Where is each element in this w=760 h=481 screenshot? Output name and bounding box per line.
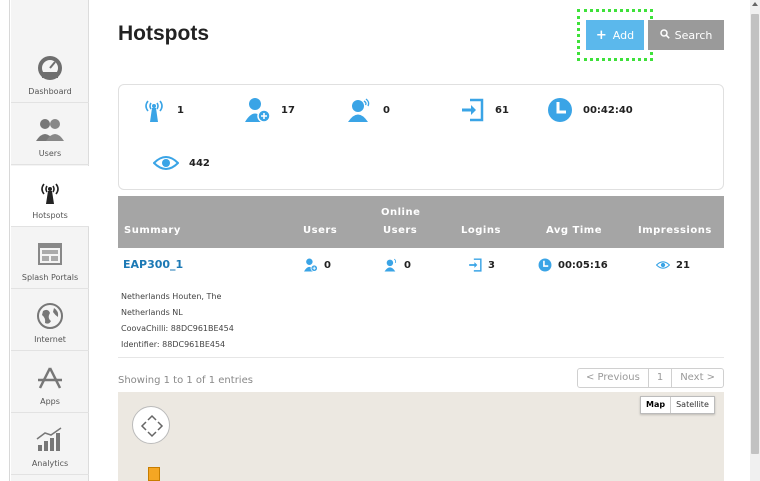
- add-user-icon: [304, 258, 318, 272]
- hotspot-identifier: Identifier: 88DC961BE454: [121, 340, 226, 349]
- column-header-online-line1[interactable]: Online: [381, 207, 420, 218]
- cell-users: 0: [304, 258, 331, 272]
- sidebar: Dashboard Users Hotspots Splash Portals …: [11, 0, 89, 481]
- pagination: < Previous 1 Next >: [577, 368, 725, 388]
- stat-value: 61: [495, 104, 509, 116]
- stat-hotspots: 1: [141, 97, 184, 123]
- wifi-tower-icon: [141, 97, 167, 123]
- clock-icon: [547, 97, 573, 123]
- eye-icon: [153, 150, 179, 176]
- stat-value: 00:42:40: [583, 104, 633, 116]
- stat-logins: 61: [459, 97, 509, 123]
- cell-value: 00:05:16: [558, 259, 608, 271]
- stats-panel: 1 17 0 61 00:42:40 442: [118, 84, 724, 190]
- sidebar-item-label: Analytics: [31, 459, 69, 468]
- apps-icon: [35, 363, 65, 393]
- stat-avg-time: 00:42:40: [547, 97, 633, 123]
- map-type-control: Map Satellite: [640, 396, 715, 414]
- page-number-button[interactable]: 1: [649, 369, 673, 387]
- globe-icon: [35, 301, 65, 331]
- login-icon: [459, 97, 485, 123]
- sidebar-item-internet[interactable]: Internet: [11, 290, 89, 351]
- map-view[interactable]: Map Satellite: [118, 392, 724, 481]
- column-header-logins[interactable]: Logins: [461, 225, 501, 236]
- stat-value: 1: [177, 104, 184, 116]
- column-header-online-line2[interactable]: Users: [383, 225, 417, 236]
- hotspot-name-link[interactable]: EAP300_1: [123, 258, 183, 271]
- hotspot-location: Netherlands Houten, The: [121, 292, 222, 301]
- stat-value: 442: [189, 157, 210, 169]
- stat-online-users: 0: [347, 97, 390, 123]
- pegman-icon[interactable]: [148, 467, 160, 481]
- sidebar-item-analytics[interactable]: Analytics: [11, 414, 89, 475]
- app-root: Dashboard Users Hotspots Splash Portals …: [0, 0, 760, 481]
- wifi-tower-icon: [35, 177, 65, 207]
- previous-page-button[interactable]: < Previous: [578, 369, 649, 387]
- sidebar-item-label: Apps: [40, 397, 60, 406]
- left-edge: [0, 0, 10, 481]
- cell-value: 3: [488, 259, 495, 271]
- stat-value: 17: [281, 104, 295, 116]
- stat-impressions: 442: [153, 150, 210, 176]
- column-header-impressions[interactable]: Impressions: [638, 225, 712, 236]
- map-type-satellite-button[interactable]: Satellite: [671, 397, 714, 413]
- scroll-up-icon[interactable]: [752, 2, 758, 6]
- search-icon: [659, 28, 670, 42]
- clock-icon: [538, 258, 552, 272]
- cell-value: 21: [676, 259, 690, 271]
- login-icon: [468, 258, 482, 272]
- sidebar-item-label: Internet: [34, 335, 66, 344]
- column-header-users[interactable]: Users: [303, 225, 337, 236]
- stat-new-users: 17: [245, 97, 295, 123]
- cell-online: 0: [384, 258, 411, 272]
- next-page-button[interactable]: Next >: [672, 369, 723, 387]
- sidebar-item-hotspots[interactable]: Hotspots: [11, 166, 89, 227]
- sidebar-item-dashboard[interactable]: Dashboard: [11, 42, 89, 103]
- online-user-icon: [347, 97, 373, 123]
- eye-icon: [656, 258, 670, 272]
- map-pan-control[interactable]: [132, 406, 170, 444]
- table-row: EAP300_1 0 0 3 00:05:16 21 Netherlands H…: [118, 248, 724, 358]
- cell-impressions: 21: [656, 258, 690, 272]
- table-header: Summary Users Online Users Logins Avg Ti…: [118, 196, 724, 248]
- users-icon: [35, 115, 65, 145]
- search-button[interactable]: Search: [648, 20, 724, 50]
- search-button-label: Search: [674, 28, 713, 42]
- online-user-icon: [384, 258, 398, 272]
- sidebar-item-label: Users: [38, 149, 62, 158]
- cell-value: 0: [404, 259, 411, 271]
- add-button-label: Add: [612, 28, 635, 42]
- sidebar-item-users[interactable]: Users: [11, 104, 89, 165]
- column-header-avg-time[interactable]: Avg Time: [546, 225, 602, 236]
- chart-icon: [35, 425, 65, 455]
- column-header-summary[interactable]: Summary: [124, 225, 181, 236]
- add-button[interactable]: + Add: [586, 20, 644, 50]
- plus-icon: +: [595, 27, 607, 43]
- sidebar-item-label: Splash Portals: [21, 273, 79, 282]
- scrollbar[interactable]: [750, 0, 760, 481]
- cell-logins: 3: [468, 258, 495, 272]
- speedometer-icon: [35, 53, 65, 83]
- scrollbar-thumb[interactable]: [751, 14, 759, 454]
- sidebar-item-apps[interactable]: Apps: [11, 352, 89, 413]
- pan-arrows-icon: [140, 414, 164, 438]
- sidebar-item-splash-portals[interactable]: Splash Portals: [11, 228, 89, 289]
- window-icon: [35, 239, 65, 269]
- page-title: Hotspots: [118, 22, 209, 45]
- stat-value: 0: [383, 104, 390, 116]
- sidebar-item-label: Hotspots: [32, 211, 68, 220]
- table-info: Showing 1 to 1 of 1 entries: [118, 375, 253, 386]
- hotspot-coovachilli: CoovaChilli: 88DC961BE454: [121, 324, 234, 333]
- hotspot-country: Netherlands NL: [121, 308, 183, 317]
- cell-avg-time: 00:05:16: [538, 258, 608, 272]
- cell-value: 0: [324, 259, 331, 271]
- map-type-map-button[interactable]: Map: [641, 397, 672, 413]
- sidebar-item-label: Dashboard: [28, 87, 72, 96]
- add-user-icon: [245, 97, 271, 123]
